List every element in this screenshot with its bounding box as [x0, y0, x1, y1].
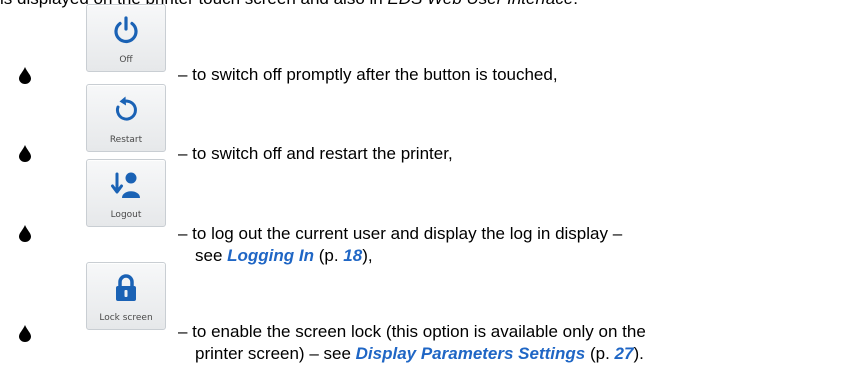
- lock-screen-description: – to enable the screen lock (this option…: [178, 321, 646, 365]
- restart-button-label: Restart: [109, 135, 143, 145]
- display-parameters-link[interactable]: Display Parameters Settings: [356, 344, 586, 363]
- off-button[interactable]: Off: [86, 4, 166, 72]
- logout-description-line1: – to log out the current user and displa…: [178, 224, 623, 243]
- page-suffix: ).: [633, 344, 644, 363]
- page-prefix: (p.: [585, 344, 615, 363]
- lock-screen-button[interactable]: Lock screen: [86, 262, 166, 330]
- bullet-icon: [19, 325, 31, 342]
- document-page: is displayed on the printer touch screen…: [0, 0, 860, 367]
- bullet-icon: [19, 67, 31, 84]
- logout-button[interactable]: Logout: [86, 159, 166, 227]
- list-item-restart: Restart – to switch off and restart the …: [0, 84, 860, 164]
- bullet-icon: [19, 225, 31, 242]
- list-item-logout: Logout – to log out the current user and…: [0, 159, 860, 265]
- logout-user-icon: [111, 172, 140, 198]
- lock-screen-description-line1: – to enable the screen lock (this option…: [178, 322, 646, 341]
- restart-icon: [115, 96, 137, 121]
- off-button-label: Off: [119, 55, 133, 65]
- restart-button[interactable]: Restart: [86, 84, 166, 152]
- lock-screen-button-label: Lock screen: [99, 313, 153, 323]
- off-description: – to switch off promptly after the butto…: [178, 65, 558, 84]
- printer-screen-text: printer screen) – see: [195, 344, 356, 363]
- page-number-link[interactable]: 27: [615, 344, 634, 363]
- list-item-lock-screen: Lock screen – to enable the screen lock …: [0, 262, 860, 367]
- logout-description: – to log out the current user and displa…: [178, 223, 622, 267]
- lock-screen-description-line2: printer screen) – see Display Parameters…: [178, 343, 646, 365]
- logout-button-label: Logout: [110, 210, 142, 220]
- power-icon: [114, 16, 138, 44]
- padlock-icon: [116, 274, 136, 301]
